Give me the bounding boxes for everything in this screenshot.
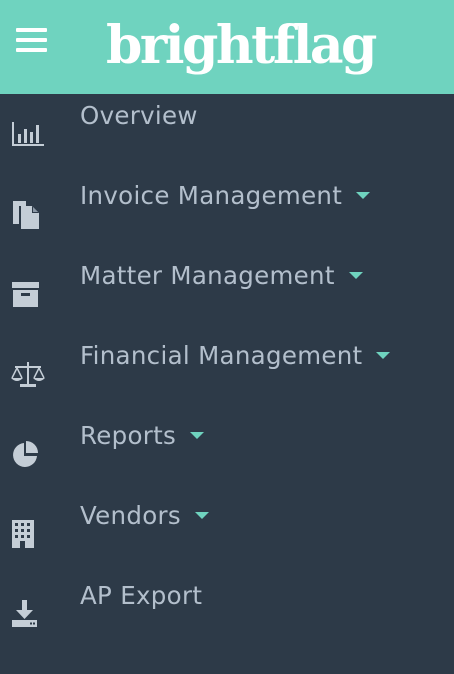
caret-down-icon	[348, 271, 363, 279]
top-bar: brightflag	[0, 0, 454, 94]
hamburger-menu-icon[interactable]	[16, 26, 48, 56]
balance-scale-icon	[11, 360, 45, 390]
nav-item-label: AP Export	[80, 581, 203, 610]
nav-item-label: Vendors	[80, 501, 209, 581]
brand-logo[interactable]: brightflag	[106, 8, 377, 84]
nav-item-financial-management[interactable]: Financial Management	[0, 334, 454, 414]
pie-chart-icon	[11, 440, 43, 470]
nav-item-invoice-management[interactable]: Invoice Management	[0, 174, 454, 254]
nav-item-label: Overview	[80, 101, 198, 130]
bar-chart-icon	[11, 120, 44, 150]
hamburger-line	[16, 48, 47, 52]
hamburger-line	[16, 28, 47, 32]
documents-icon	[11, 200, 43, 230]
caret-down-icon	[356, 191, 371, 199]
caret-down-icon	[194, 511, 209, 519]
nav-item-reports[interactable]: Reports	[0, 414, 454, 494]
building-icon	[11, 520, 43, 550]
caret-down-icon	[376, 351, 391, 359]
nav-item-ap-export[interactable]: AP Export	[0, 574, 454, 654]
nav-item-label: Financial Management	[80, 341, 391, 421]
nav-item-label: Invoice Management	[80, 181, 371, 261]
nav-item-overview[interactable]: Overview	[0, 94, 454, 174]
sidebar-nav: Overview Invoice Management Matter Manag…	[0, 94, 454, 654]
hamburger-line	[16, 38, 47, 42]
download-icon	[11, 600, 43, 630]
caret-down-icon	[190, 431, 205, 439]
nav-item-vendors[interactable]: Vendors	[0, 494, 454, 574]
nav-item-label: Reports	[80, 421, 205, 501]
nav-item-label: Matter Management	[80, 261, 363, 341]
archive-box-icon	[11, 280, 43, 310]
nav-item-matter-management[interactable]: Matter Management	[0, 254, 454, 334]
